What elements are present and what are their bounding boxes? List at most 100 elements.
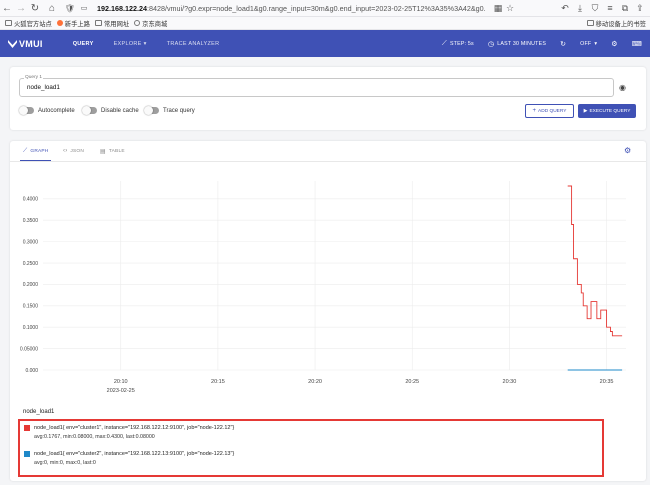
legend-stats: avg:0, min:0, max:0, last:0 bbox=[34, 460, 96, 466]
switch-track[interactable] bbox=[144, 106, 159, 115]
toggle-label: Disable cache bbox=[101, 107, 139, 114]
bookmark-item[interactable]: 火狐官方站点 bbox=[5, 19, 52, 28]
tab-label: EXPLORE bbox=[113, 40, 142, 47]
tab-label: TRACE ANALYZER bbox=[166, 40, 220, 47]
page-icon: ▭ bbox=[80, 5, 88, 12]
keyboard-icon: ⌨ bbox=[631, 40, 642, 48]
settings-button[interactable]: ⚙ bbox=[611, 40, 617, 48]
y-tick-label: 0.1000 bbox=[23, 325, 39, 331]
y-tick-label: 0.05000 bbox=[20, 346, 38, 352]
time-range-button[interactable]: ◷ LAST 30 MINUTES bbox=[488, 40, 546, 48]
switch-knob bbox=[82, 106, 91, 115]
switch-knob bbox=[144, 106, 153, 115]
mobile-bookmarks[interactable]: 移动设备上的书签 bbox=[586, 19, 646, 28]
query-field[interactable]: Query 1 bbox=[19, 75, 614, 97]
y-tick-label: 0.4000 bbox=[23, 197, 39, 203]
eye-icon[interactable]: ◉ bbox=[619, 83, 626, 92]
legend-stats: avg:0.1767, min:0.08000, max:0.4300, las… bbox=[34, 434, 155, 440]
browser-toolbar: ← → ↻ ⌂ 🛡 ▭ 192.168.122.24:8428/vmui/?g0… bbox=[0, 0, 650, 17]
share-icon[interactable]: ⇪ bbox=[634, 2, 646, 14]
query-input[interactable] bbox=[27, 84, 427, 91]
add-query-button[interactable]: + ADD QUERY bbox=[525, 104, 574, 118]
refresh-icon: ↻ bbox=[560, 40, 567, 48]
logo[interactable]: VMUI bbox=[8, 39, 43, 49]
legend: node_load1{ env="cluster1", instance="19… bbox=[18, 419, 604, 477]
legend-title: node_load1 bbox=[23, 409, 55, 415]
x-date-label: 2023-02-25 bbox=[107, 388, 135, 394]
qr-icon[interactable]: ▦ bbox=[492, 2, 504, 14]
menu-icon[interactable]: ≡ bbox=[604, 2, 616, 14]
bookmark-label: 新手上路 bbox=[64, 20, 90, 28]
trace-query-toggle[interactable]: Trace query bbox=[144, 106, 195, 115]
query-panel: Query 1 ◉ Autocomplete Disable cache Tra… bbox=[10, 67, 646, 130]
home-icon[interactable]: ⌂ bbox=[45, 1, 59, 15]
add-query-label: ADD QUERY bbox=[538, 108, 567, 114]
app-header: VMUI QUERY EXPLORE ▾ TRACE ANALYZER ⟋ STEP… bbox=[0, 30, 650, 57]
back-icon[interactable]: ← bbox=[0, 1, 14, 15]
disable-cache-toggle[interactable]: Disable cache bbox=[82, 106, 139, 115]
logo-text: VMUI bbox=[19, 38, 43, 49]
legend-swatch bbox=[24, 425, 30, 431]
chart[interactable]: 0.000 0.05000 0.1000 0.1500 0.2000 0.2500 0.30… bbox=[10, 141, 646, 409]
forward-icon[interactable]: → bbox=[14, 1, 28, 15]
x-tick-label: 20:35 bbox=[600, 379, 614, 385]
bookmark-label: 京东商城 bbox=[142, 20, 168, 28]
tab-explore[interactable]: EXPLORE ▾ bbox=[114, 30, 147, 57]
switch-track[interactable] bbox=[82, 106, 97, 115]
firefox-icon bbox=[56, 20, 63, 26]
bookmark-item[interactable]: 京东商城 bbox=[134, 19, 167, 28]
refresh-button[interactable]: ↻ bbox=[560, 40, 566, 48]
autocomplete-toggle[interactable]: Autocomplete bbox=[19, 106, 75, 115]
clock-icon: ◷ bbox=[487, 40, 495, 48]
bookmark-label: 移动设备上的书签 bbox=[595, 20, 646, 28]
switch-track[interactable] bbox=[19, 106, 34, 115]
reload-icon[interactable]: ↻ bbox=[28, 1, 42, 15]
tab-query[interactable]: QUERY bbox=[73, 30, 94, 57]
url-host: 192.168.122.24 bbox=[97, 3, 147, 13]
step-label: STEP: 5s bbox=[449, 40, 474, 47]
shield-icon[interactable]: 🛡 bbox=[63, 1, 77, 15]
y-tick-label: 0.3500 bbox=[23, 218, 39, 224]
tab-trace-analyzer[interactable]: TRACE ANALYZER bbox=[167, 30, 220, 57]
step-button[interactable]: ⟋ STEP: 5s bbox=[442, 40, 474, 48]
x-tick-label: 20:10 bbox=[114, 379, 128, 385]
folder-icon bbox=[94, 20, 102, 26]
x-tick-label: 20:25 bbox=[405, 379, 419, 385]
y-tick-label: 0.3000 bbox=[23, 239, 39, 245]
switch-knob bbox=[19, 106, 28, 115]
auto-refresh-label: OFF bbox=[580, 40, 592, 47]
graph-panel: ⟋ GRAPH ‹› JSON ▤ TABLE ⚙ 0.000 0.05000 0.100… bbox=[10, 141, 646, 481]
bookmark-star-icon[interactable]: ☆ bbox=[504, 2, 516, 14]
toggle-label: Autocomplete bbox=[38, 107, 75, 114]
bookmark-label: 火狐官方站点 bbox=[14, 20, 52, 28]
query-label: Query 1 bbox=[24, 75, 44, 80]
y-tick-label: 0.000 bbox=[25, 368, 38, 374]
gear-icon: ⚙ bbox=[611, 40, 618, 48]
bookmark-item[interactable]: 新手上路 bbox=[56, 19, 90, 28]
chevron-down-icon: ▾ bbox=[594, 40, 598, 47]
series-line[interactable] bbox=[567, 185, 623, 337]
folder-icon bbox=[5, 20, 12, 26]
download-icon[interactable]: ⤓ bbox=[574, 2, 586, 14]
bookmark-label: 常用网址 bbox=[103, 20, 130, 28]
legend-item[interactable]: node_load1{ env="cluster1", instance="19… bbox=[24, 425, 234, 440]
folder-icon bbox=[586, 20, 594, 26]
bookmark-item[interactable]: 常用网址 bbox=[94, 19, 130, 28]
copy-icon[interactable]: ⧉ bbox=[619, 2, 631, 14]
y-tick-label: 0.1500 bbox=[23, 304, 39, 310]
shield-check-icon[interactable]: ⛉ bbox=[589, 2, 601, 14]
tab-label: QUERY bbox=[72, 40, 94, 47]
globe-icon bbox=[134, 20, 141, 26]
x-tick-label: 20:15 bbox=[211, 379, 225, 385]
undo-icon[interactable]: ↶ bbox=[559, 2, 571, 14]
execute-query-button[interactable]: ▶ EXECUTE QUERY bbox=[578, 104, 636, 118]
legend-label: node_load1{ env="cluster1", instance="19… bbox=[34, 425, 235, 431]
url-field[interactable]: 192.168.122.24:8428/vmui/?g0.expr=node_l… bbox=[97, 4, 492, 13]
play-icon: ▶ bbox=[583, 108, 588, 114]
keyboard-button[interactable]: ⌨ bbox=[632, 40, 642, 48]
plus-icon: + bbox=[532, 108, 537, 114]
auto-refresh-dropdown[interactable]: OFF ▾ bbox=[580, 41, 597, 47]
url-path: :8428/vmui/?g0.expr=node_load1&g0.range_… bbox=[146, 3, 486, 13]
toggle-label: Trace query bbox=[163, 107, 195, 114]
legend-item[interactable]: node_load1{ env="cluster2", instance="19… bbox=[24, 451, 234, 466]
